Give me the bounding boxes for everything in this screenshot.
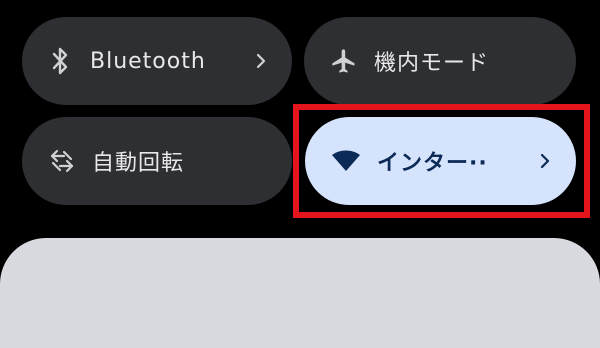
tile-label-airplane: 機内モード	[374, 51, 490, 76]
chevron-right-icon[interactable]	[256, 53, 266, 69]
tile-label-auto-rotate: 自動回転	[92, 151, 185, 176]
tile-label-bluetooth: Bluetooth	[90, 48, 206, 74]
bottom-panel	[0, 238, 600, 348]
airplane-icon	[328, 45, 360, 77]
tile-airplane-mode[interactable]: 機内モード	[304, 17, 576, 105]
highlight-box	[293, 104, 590, 218]
bluetooth-icon	[48, 45, 72, 77]
tile-bluetooth[interactable]: Bluetooth	[22, 17, 292, 105]
rotate-icon	[48, 147, 76, 175]
tile-auto-rotate[interactable]: 自動回転	[22, 117, 292, 205]
